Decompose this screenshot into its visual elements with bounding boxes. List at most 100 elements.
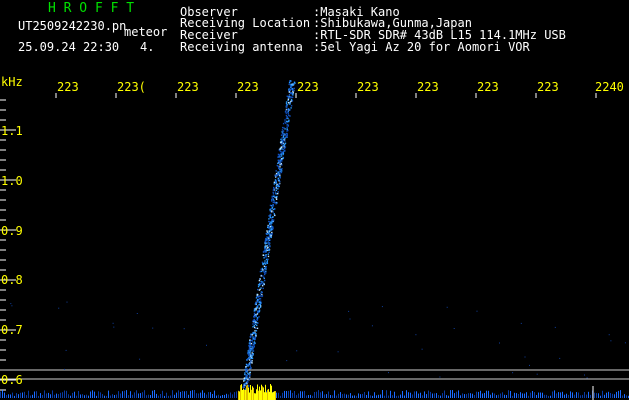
noise-speck (608, 334, 610, 336)
trail-dot (277, 153, 280, 156)
trail-dot (277, 159, 280, 161)
noise-bar (446, 395, 447, 398)
time-label: 2240 (595, 80, 624, 94)
trail-dot (285, 105, 288, 108)
noise-bar (50, 394, 51, 398)
noise-bar (142, 392, 143, 398)
noise-bar (108, 390, 109, 398)
trail-dot (289, 80, 292, 82)
trail-dot (243, 385, 245, 388)
time-label: 223 (357, 80, 379, 94)
noise-bar (350, 393, 351, 398)
trail-dot (275, 172, 278, 175)
noise-bar (212, 394, 213, 398)
noise-bar (56, 393, 57, 398)
noise-bar (576, 392, 577, 398)
noise-bar (2, 390, 3, 398)
trail-dot (257, 305, 259, 307)
noise-bar (104, 395, 105, 398)
noise-speck (512, 372, 514, 374)
trail-dot (269, 216, 272, 219)
trail-dot (254, 336, 257, 338)
trail-dot (290, 99, 293, 101)
noise-bar (582, 394, 583, 398)
noise-bar (586, 394, 587, 398)
noise-bar (166, 392, 167, 398)
trail-dot (258, 308, 261, 311)
noise-speck (64, 368, 65, 370)
noise-speck (11, 305, 13, 307)
noise-bar (28, 390, 29, 398)
noise-bar (54, 394, 55, 398)
freq-label: 0.7 (1, 323, 23, 337)
file-name: UT2509242230.pn (18, 19, 127, 33)
noise-bar (552, 391, 553, 398)
trail-dot (262, 283, 264, 286)
noise-bar (432, 393, 433, 398)
noise-bar (16, 393, 17, 398)
trail-dot (248, 375, 251, 378)
trail-dot (275, 182, 277, 184)
noise-bar (330, 395, 331, 398)
peak-bar (268, 389, 269, 400)
noise-bar (464, 394, 465, 398)
peak-bar (252, 386, 253, 400)
trail-dot (274, 196, 276, 198)
trail-dot (281, 143, 283, 145)
trail-dot (245, 374, 247, 376)
trail-dot (265, 250, 267, 252)
trail-dot (251, 357, 254, 360)
noise-speck (349, 318, 351, 320)
mode-label: meteor (124, 25, 168, 39)
noise-speck (113, 326, 115, 328)
trail-dot (281, 131, 283, 133)
trail-dot (260, 287, 262, 289)
trail-dot (264, 260, 266, 262)
trail-dot (270, 236, 272, 239)
trail-dot (252, 350, 255, 352)
trail-dot (274, 191, 277, 193)
noise-bar (316, 391, 317, 398)
noise-bar (68, 394, 69, 398)
trail-dot (288, 87, 291, 90)
trail-dot (279, 169, 282, 171)
freq-label: 0.6 (1, 373, 23, 387)
noise-bar (470, 393, 471, 398)
trail-dot (255, 333, 257, 335)
noise-bar (138, 393, 139, 398)
peak-bar (243, 388, 244, 400)
trail-dot (272, 205, 275, 207)
trail-dot (277, 165, 280, 167)
noise-bar (404, 395, 405, 398)
noise-bar (10, 394, 11, 398)
trail-dot (251, 340, 253, 342)
noise-bar (52, 390, 53, 398)
trail-dot (273, 213, 275, 215)
trail-dot (279, 148, 282, 150)
meteor-trail (242, 80, 296, 394)
noise-bar (42, 395, 43, 398)
peak-bar (242, 390, 243, 400)
trail-dot (263, 250, 265, 252)
noise-bar (158, 395, 159, 398)
trail-dot (245, 368, 247, 370)
trail-dot (294, 82, 296, 84)
noise-bar (434, 393, 435, 398)
trail-dot (279, 154, 281, 156)
trail-dot (275, 189, 277, 191)
trail-dot (279, 162, 281, 164)
trail-dot (273, 188, 276, 190)
noise-bar (64, 390, 65, 398)
noise-bar (594, 392, 595, 398)
trail-dot (277, 188, 279, 190)
noise-bar (328, 391, 329, 398)
noise-bar (422, 395, 423, 398)
trail-dot (278, 185, 280, 188)
trail-dot (260, 301, 262, 304)
trail-dot (271, 206, 274, 209)
trail-dot (249, 341, 251, 343)
trail-dot (279, 156, 281, 158)
trail-dot (275, 175, 278, 177)
noise-bar (380, 394, 381, 398)
noise-bar (528, 395, 529, 398)
